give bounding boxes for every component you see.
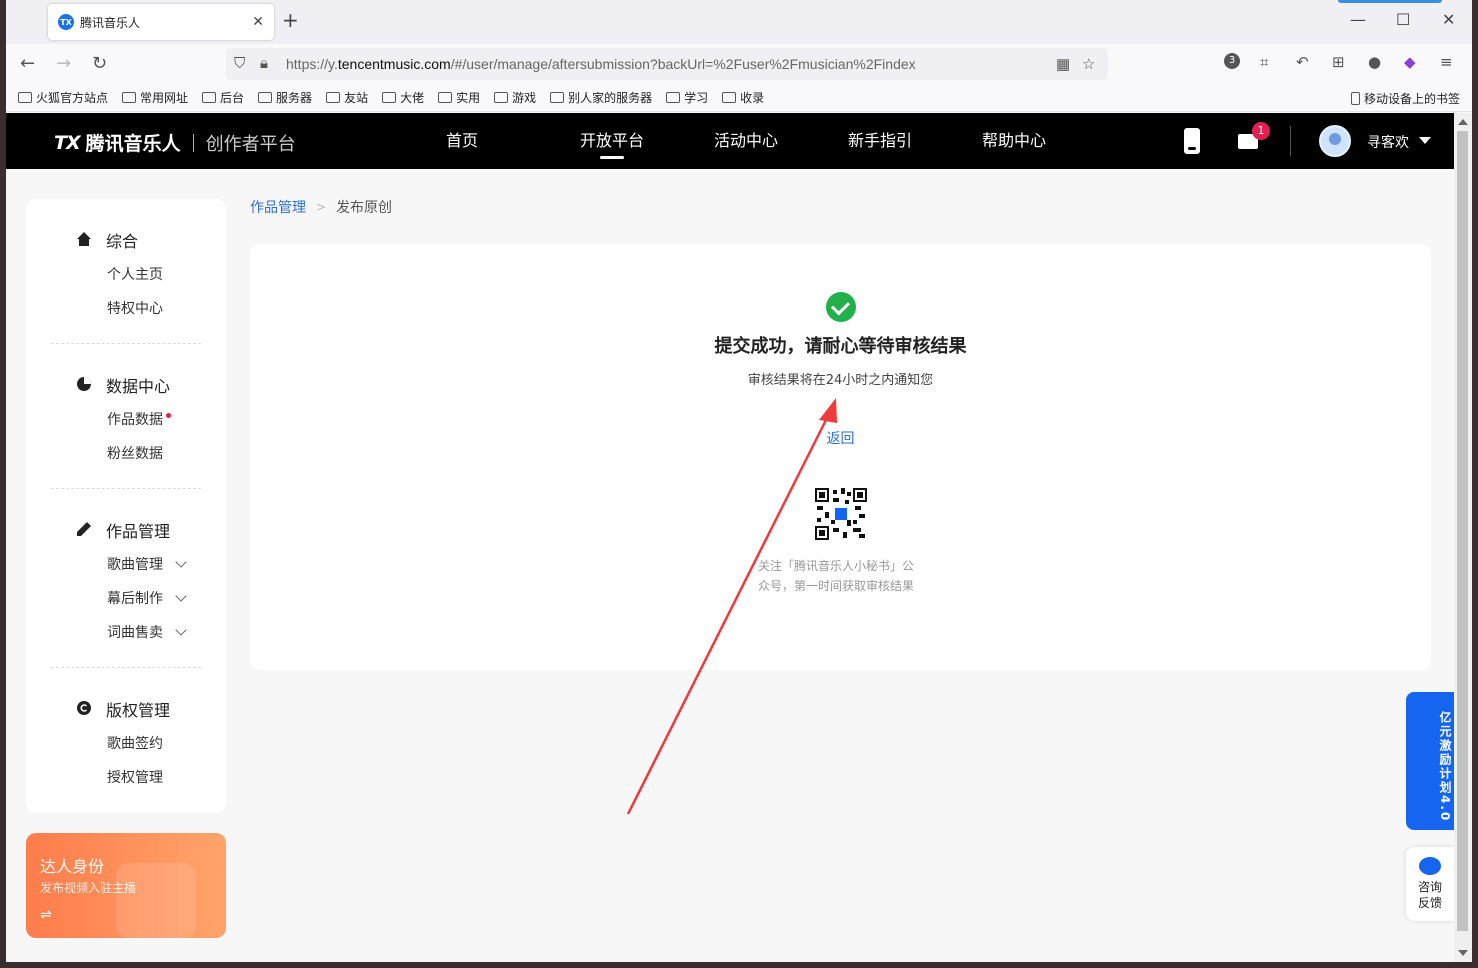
- annotation-arrow: [626, 398, 837, 815]
- browser-window: TX 腾讯音乐人 ✕ + — ☐ ✕ ← → ↻ ⛉ 🔒︎ https://y.…: [6, 0, 1472, 962]
